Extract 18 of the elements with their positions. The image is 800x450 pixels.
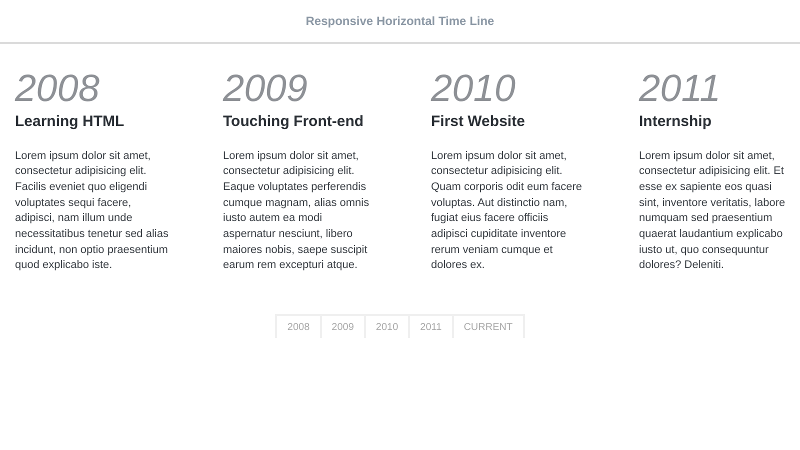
event-title: Touching Front-end	[223, 112, 364, 132]
event-title: First Website	[431, 112, 525, 132]
event-description: Lorem ipsum dolor sit amet, consectetur adipisicing elit. Et esse ex sapiente eos quasi sint, inventore veritatis, labore numquam sed praesentium quaerat laudantium explicabo iusto ut, quo consequuntur dolores? Deleniti.	[639, 148, 786, 274]
event-description: Lorem ipsum dolor sit amet, consectetur adipisicing elit. Facilis eveniet quo eligendi voluptates sequi facere, adipisci, nam illum unde necessitatibus tenetur sed alias incidunt, non optio praesentium quod explicabo iste.	[15, 148, 168, 274]
timeline-nav-tab[interactable]: 2010	[364, 316, 408, 338]
timeline-nav-tab[interactable]: 2008	[277, 316, 320, 338]
page-title: Responsive Horizontal Time Line	[306, 13, 494, 30]
event-year: 2011	[639, 68, 721, 110]
timeline-nav-tab[interactable]: 2011	[408, 316, 452, 338]
timeline-nav-tab[interactable]: CURRENT	[452, 316, 523, 338]
event-year: 2008	[15, 68, 100, 110]
event-description: Lorem ipsum dolor sit amet, consectetur adipisicing elit. Quam corporis odit eum facere voluptas. Aut distinctio nam, fugiat eius facere officiis adipisci cupiditate inventore rerum veniam cumque et dolores ex.	[431, 148, 582, 274]
event-title: Internship	[639, 112, 712, 132]
event-description: Lorem ipsum dolor sit amet, consectetur adipisicing elit. Eaque voluptates perferendis cumque magnam, alias omnis iusto autem ea modi aspernatur nesciunt, libero maiores nobis, saepe suscipit earum rem excepturi atque.	[223, 148, 370, 274]
timeline-nav-tab[interactable]: 2009	[320, 316, 364, 338]
event-title: Learning HTML	[15, 112, 124, 132]
event-year: 2010	[431, 68, 516, 110]
event-year: 2009	[223, 68, 308, 110]
